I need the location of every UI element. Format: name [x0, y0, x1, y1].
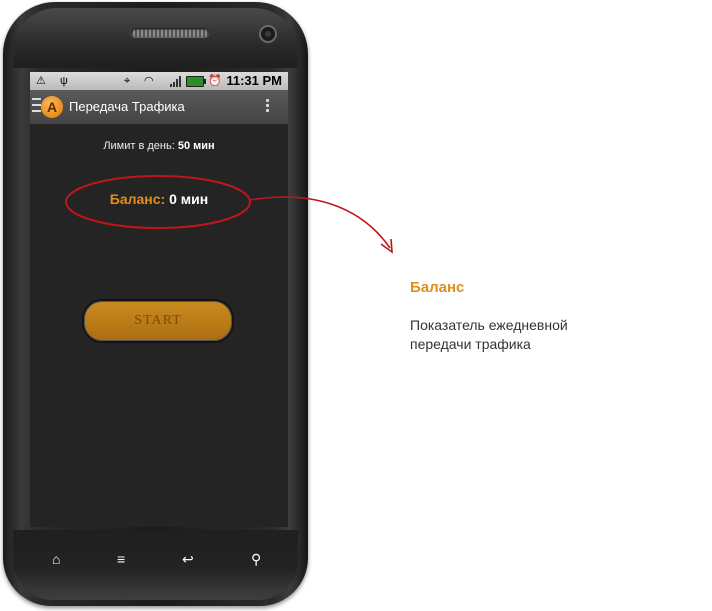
daily-limit: Лимит в день: 50 мин [30, 140, 288, 152]
drawer-menu-icon[interactable] [32, 98, 41, 114]
search-key-icon[interactable]: ⚲ [251, 551, 261, 568]
menu-key-icon[interactable]: ≡ [117, 551, 125, 567]
balance-label: Баланс: [109, 191, 166, 207]
annotation-text: Показатель ежедневной передачи трафика [410, 317, 568, 352]
balance-value: 0 мин [169, 191, 209, 207]
balance: Баланс: 0 мин [30, 191, 288, 207]
limit-label: Лимит в день: [103, 140, 175, 152]
app-title: Передача Трафика [69, 99, 185, 114]
action-bar: A Передача Трафика [30, 90, 288, 125]
back-key-icon[interactable]: ↩ [182, 551, 194, 568]
status-bar: ⚠ ψ ⌖ ◠ ⏰ 11:31 PM [30, 72, 288, 90]
front-camera [259, 25, 277, 43]
phone-top-bezel [13, 8, 298, 68]
phone-screen: ⚠ ψ ⌖ ◠ ⏰ 11:31 PM A Передача Трафика Ли… [30, 72, 288, 527]
overflow-menu-icon[interactable] [266, 99, 270, 114]
usb-icon: ψ [60, 75, 68, 87]
limit-value: 50 мин [177, 140, 215, 152]
warning-icon: ⚠ [36, 75, 46, 87]
battery-icon [186, 76, 206, 87]
gps-icon: ⌖ [124, 75, 131, 87]
callout-arrowhead [380, 238, 393, 254]
home-key-icon[interactable]: ⌂ [52, 551, 60, 567]
signal-icon [170, 76, 182, 87]
status-time: 11:31 PM [226, 73, 282, 88]
wifi-icon: ◠ [144, 75, 154, 87]
earpiece-speaker [131, 28, 209, 37]
start-button[interactable]: START [82, 299, 234, 343]
annotation-title: Баланс [410, 279, 465, 296]
app-logo[interactable]: A [41, 96, 63, 118]
alarm-icon: ⏰ [208, 75, 222, 87]
